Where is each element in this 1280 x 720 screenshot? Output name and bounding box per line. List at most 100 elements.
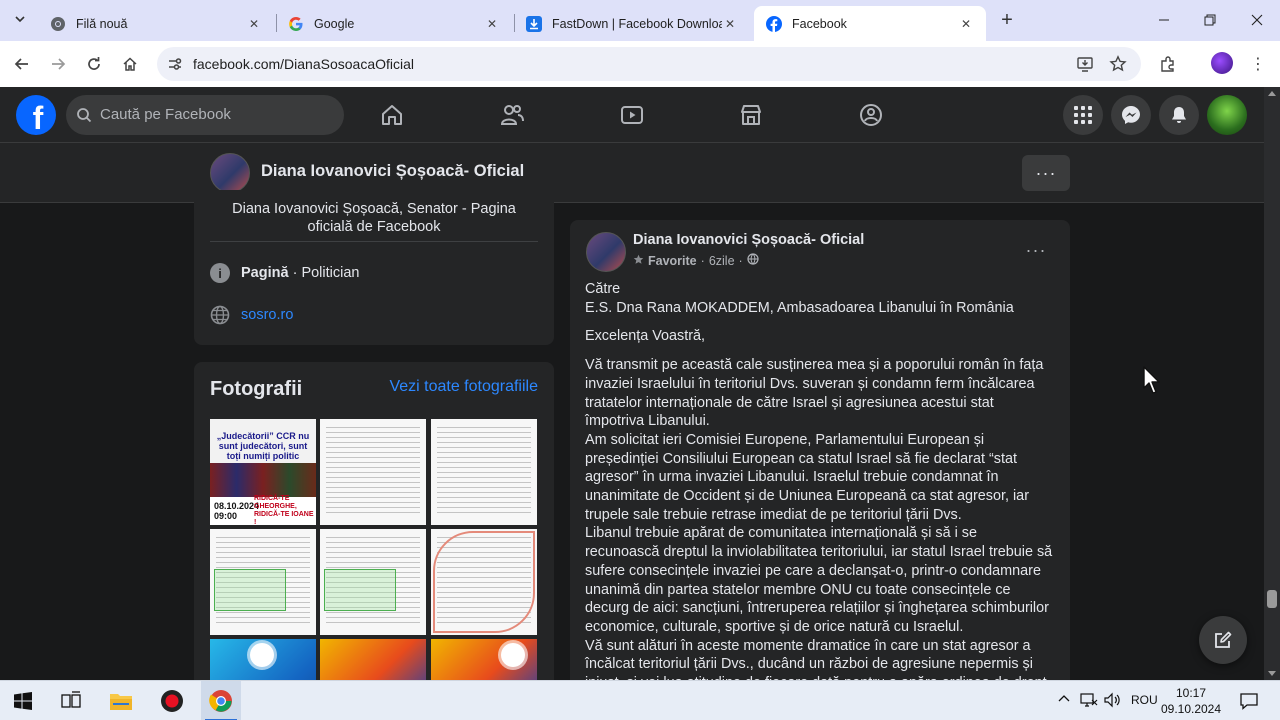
facebook-search-input[interactable]: Caută pe Facebook [66, 95, 344, 135]
account-avatar[interactable] [1207, 95, 1247, 135]
video-nav-icon[interactable] [618, 101, 646, 129]
close-window-button[interactable] [1234, 6, 1280, 34]
forward-button[interactable] [45, 51, 71, 77]
globe-icon [747, 253, 759, 268]
tab-new-tab[interactable]: Filă nouă ✕ [38, 6, 274, 41]
post-paragraph: Am solicitat ieri Comisiei Europene, Par… [585, 431, 1029, 523]
post-paragraph: Excelența Voastră, [585, 328, 705, 345]
intro-card: Diana Iovanovici Șoșoacă, Senator - Pagi… [194, 190, 554, 345]
tab-title: Facebook [792, 16, 847, 31]
photo-graphic [501, 643, 525, 667]
back-button[interactable] [9, 51, 35, 77]
photo-thumbnail[interactable] [431, 529, 537, 635]
compose-icon [1215, 631, 1232, 648]
menu-grid-icon[interactable] [1063, 95, 1103, 135]
photo-thumbnail[interactable] [431, 419, 537, 525]
new-message-button[interactable] [1199, 616, 1247, 664]
url-text: facebook.com/DianaSosoacaOficial [193, 56, 415, 72]
address-bar[interactable]: facebook.com/DianaSosoacaOficial [157, 47, 1141, 81]
windows-start-icon[interactable] [9, 687, 37, 715]
see-all-photos-link[interactable]: Vezi toate fotografiile [389, 378, 538, 396]
chrome-menu-icon[interactable]: ⋮ [1250, 53, 1266, 75]
task-view-icon[interactable] [57, 687, 85, 715]
network-icon[interactable] [1080, 692, 1098, 711]
page-scrollbar[interactable] [1264, 87, 1280, 680]
post-options-button[interactable]: ··· [1024, 238, 1048, 262]
page-category-row: i Pagină · Politician [210, 263, 359, 283]
bookmark-star-icon[interactable] [1108, 54, 1128, 74]
tab-title: Google [314, 16, 355, 31]
close-tab-icon[interactable]: ✕ [484, 16, 500, 32]
extensions-icon[interactable] [1157, 53, 1179, 75]
file-explorer-icon[interactable] [107, 687, 135, 715]
post-author-name[interactable]: Diana Iovanovici Șoșoacă- Oficial [633, 232, 864, 248]
marketplace-nav-icon[interactable] [737, 101, 765, 129]
photo-date-text: 08.10.2024 09:00 [214, 501, 260, 521]
site-info-icon[interactable] [165, 54, 185, 74]
messenger-icon[interactable] [1111, 95, 1151, 135]
page-bio: Diana Iovanovici Șoșoacă, Senator - Pagi… [232, 201, 516, 235]
photo-caption-text: RIDICĂ-TE GHEORGHE, RIDICĂ-TE IOANE ! [254, 495, 314, 525]
photo-thumbnail[interactable]: „Judecătorii” CCR nu sunt judecători, su… [210, 419, 316, 525]
post-text: Către E.S. Dna Rana MOKADDEM, Ambasadoar… [585, 280, 1055, 690]
facebook-logo-icon[interactable]: f [16, 95, 56, 135]
page-profile-picture[interactable] [210, 153, 250, 193]
post-card: Diana Iovanovici Șoșoacă- Oficial Favori… [570, 220, 1070, 690]
recorder-icon[interactable] [158, 687, 186, 715]
facebook-top-bar: f Caută pe Facebook [0, 87, 1264, 143]
tab-facebook[interactable]: Facebook ✕ [754, 6, 986, 41]
system-clock[interactable]: 10:17 09.10.2024 [1160, 685, 1222, 717]
photo-title-text: „Judecătorii” CCR nu sunt judecători, su… [216, 431, 310, 461]
groups-nav-icon[interactable] [857, 101, 885, 129]
page-more-button[interactable]: ··· [1022, 155, 1070, 191]
close-tab-icon[interactable]: ✕ [246, 16, 262, 32]
new-tab-button[interactable]: + [996, 9, 1018, 31]
mouse-cursor-icon [1143, 366, 1160, 394]
divider [210, 241, 538, 242]
page-title[interactable]: Diana Iovanovici Șoșoacă- Oficial [261, 162, 524, 181]
photo-thumbnail[interactable] [320, 529, 426, 635]
tab-title: FastDown | Facebook Downloader [552, 16, 722, 31]
category-label: Pagină [241, 265, 289, 281]
photo-thumbnail[interactable] [320, 419, 426, 525]
notifications-bell-icon[interactable] [1159, 95, 1199, 135]
home-nav-icon[interactable] [378, 101, 406, 129]
reload-button[interactable] [81, 51, 107, 77]
tray-chevron-icon[interactable] [1057, 692, 1071, 709]
scroll-up-icon[interactable] [1268, 91, 1276, 96]
website-link[interactable]: sosro.ro [241, 307, 293, 323]
input-language[interactable]: ROU [1131, 693, 1158, 707]
tab-search-icon[interactable] [8, 7, 32, 31]
tab-google[interactable]: Google ✕ [276, 6, 512, 41]
profile-avatar-icon[interactable] [1211, 52, 1233, 74]
home-button[interactable] [117, 51, 143, 77]
notification-center-icon[interactable] [1235, 687, 1263, 715]
star-icon [633, 254, 644, 268]
scroll-down-icon[interactable] [1268, 671, 1276, 676]
photos-heading: Fotografii [210, 378, 303, 400]
website-row: sosro.ro [210, 305, 293, 325]
google-icon [288, 16, 304, 32]
close-tab-icon[interactable]: ✕ [722, 16, 738, 32]
browser-tab-strip: Filă nouă ✕ Google ✕ FastDown | Facebook… [0, 0, 1280, 41]
restore-button[interactable] [1187, 6, 1233, 34]
scroll-thumb[interactable] [1267, 590, 1277, 608]
browser-toolbar: facebook.com/DianaSosoacaOficial ⋮ [0, 41, 1280, 87]
favorite-badge: Favorite [648, 253, 697, 268]
globe-icon [210, 305, 230, 325]
download-icon [526, 15, 542, 32]
category-value: Politician [301, 265, 360, 281]
install-app-icon[interactable] [1075, 54, 1095, 74]
minimize-button[interactable] [1141, 6, 1187, 34]
friends-nav-icon[interactable] [498, 101, 526, 129]
post-author-avatar[interactable] [586, 232, 626, 272]
volume-icon[interactable] [1103, 692, 1121, 711]
post-paragraph: E.S. Dna Rana MOKADDEM, Ambasadoarea Lib… [585, 299, 1014, 316]
tab-fastdown[interactable]: FastDown | Facebook Downloader ✕ [514, 6, 750, 41]
tab-title: Filă nouă [76, 16, 128, 31]
post-timestamp[interactable]: 6zile [709, 254, 735, 268]
chrome-taskbar-icon[interactable] [207, 687, 235, 715]
close-tab-icon[interactable]: ✕ [958, 16, 974, 32]
photo-thumbnail[interactable] [210, 529, 316, 635]
post-paragraph: Către [585, 281, 621, 297]
